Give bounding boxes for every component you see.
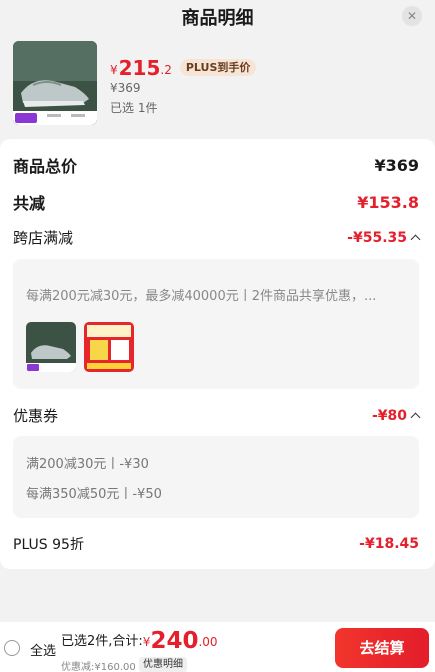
- sheet-title: 商品明细: [181, 8, 254, 29]
- shoe-thumb-image: [26, 322, 76, 372]
- price-currency: ¥: [110, 63, 118, 77]
- total-price-value: ¥369: [374, 155, 419, 175]
- product-thumbnail[interactable]: [13, 41, 97, 125]
- order-summary: 已选2件,合计: ¥ 240 .00: [61, 628, 218, 654]
- sheet-header: 商品明细 ✕: [0, 0, 435, 32]
- plus-discount-value: -¥18.45: [359, 536, 419, 552]
- item-thumbnail-promo[interactable]: [84, 322, 134, 372]
- cross-store-description: 每满200元减30元，最多减40000元丨2件商品共享优惠，...: [26, 289, 377, 304]
- selected-count: 已选 1件: [110, 101, 158, 115]
- item-thumbnail-shoe[interactable]: [26, 322, 76, 372]
- cross-store-detail: 每满200元减30元，最多减40000元丨2件商品共享优惠，...: [13, 259, 419, 389]
- cross-store-label: 跨店满减: [13, 229, 74, 247]
- discount-detail-button[interactable]: 优惠明细: [139, 657, 187, 672]
- coupon-line-2: 每满350减50元丨-¥50: [26, 487, 162, 502]
- plus-discount-row: PLUS 95折 -¥18.45: [13, 534, 419, 554]
- select-all-label[interactable]: 全选: [30, 640, 56, 659]
- price-decimal: .2: [160, 63, 172, 77]
- price-breakdown-card: 商品总价 ¥369 共减 ¥153.8 跨店满减 -¥55.35 每满200元减…: [0, 139, 435, 569]
- close-icon[interactable]: ✕: [402, 6, 422, 26]
- discount-note: 优惠减:¥160.00: [61, 662, 136, 672]
- chevron-up-icon[interactable]: [410, 412, 421, 423]
- product-summary: ¥ 215 .2 PLUS到手价 ¥369 已选 1件: [0, 36, 435, 132]
- coupon-detail: 满200减30元丨-¥30 每满350减50元丨-¥50: [13, 436, 419, 518]
- checkout-bar: 全选 已选2件,合计: ¥ 240 .00 优惠减:¥160.00 优惠明细 去…: [0, 622, 435, 672]
- reduction-value: ¥153.8: [357, 192, 419, 212]
- cross-store-row[interactable]: 跨店满减 -¥55.35: [13, 227, 421, 248]
- price-integer: 215: [118, 56, 161, 80]
- total-currency: ¥: [142, 635, 151, 649]
- summary-label: 已选2件,合计:: [61, 634, 143, 649]
- price-row: ¥ 215 .2 PLUS到手价: [110, 54, 257, 80]
- cross-store-value: -¥55.35: [347, 229, 407, 246]
- total-decimal: .00: [198, 635, 218, 649]
- total-integer: 240: [150, 628, 199, 654]
- reduction-label: 共减: [13, 194, 46, 213]
- coupon-label: 优惠券: [13, 407, 59, 425]
- total-price-label: 商品总价: [13, 157, 78, 176]
- plus-price-tag: PLUS到手价: [179, 59, 257, 76]
- coupon-row[interactable]: 优惠券 -¥80: [13, 405, 421, 426]
- coupon-line-1: 满200减30元丨-¥30: [26, 457, 149, 472]
- reduction-row: 共减 ¥153.8: [13, 190, 419, 214]
- coupon-value: -¥80: [371, 407, 407, 424]
- shoe-image: [13, 41, 97, 125]
- total-price-row: 商品总价 ¥369: [13, 153, 419, 177]
- original-price: ¥369: [110, 81, 141, 95]
- select-all-radio[interactable]: [4, 640, 20, 656]
- chevron-up-icon[interactable]: [410, 234, 421, 245]
- checkout-button[interactable]: 去结算: [335, 628, 429, 668]
- plus-discount-label: PLUS 95折: [13, 537, 84, 553]
- promo-thumb-image: [84, 322, 134, 372]
